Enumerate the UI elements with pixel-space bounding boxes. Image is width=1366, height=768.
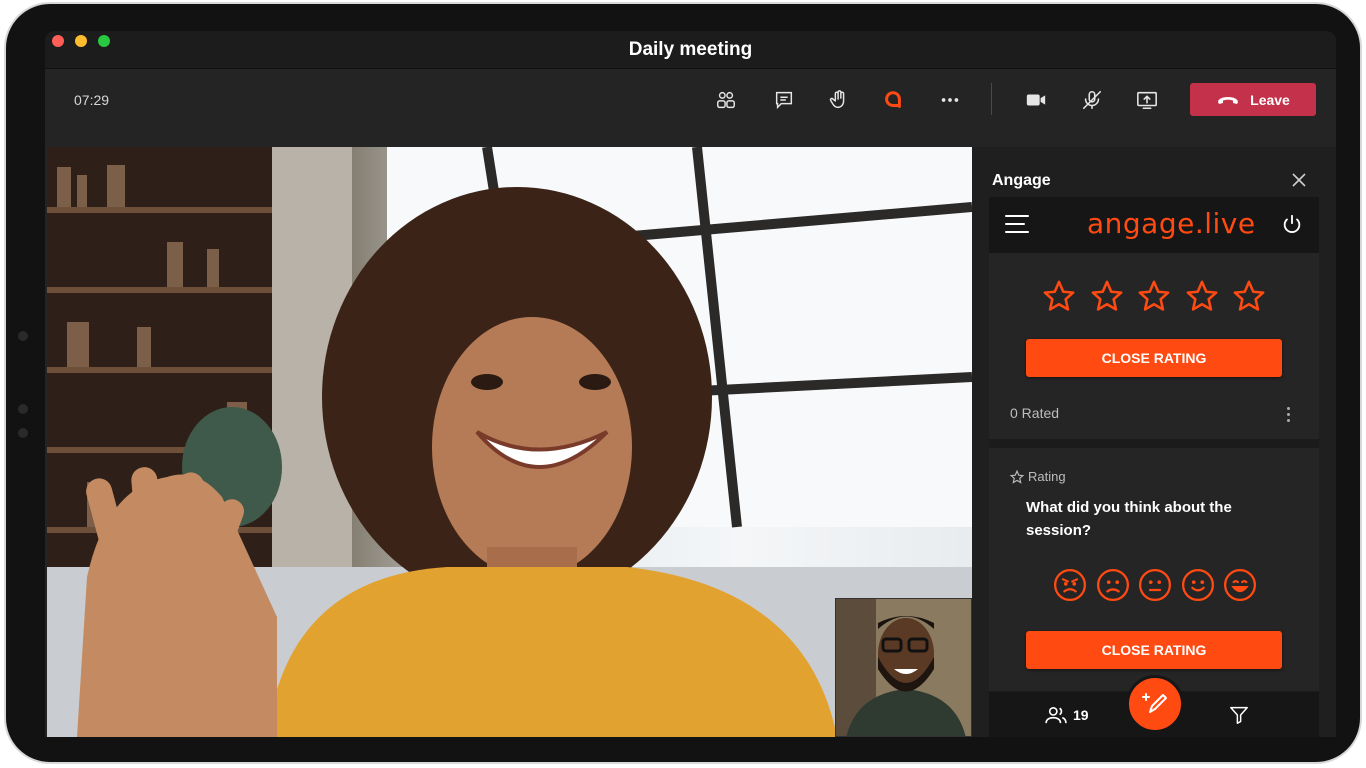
edit-plus-icon [1142,693,1167,713]
self-view-video[interactable] [835,598,972,737]
title-bar: Daily meeting [45,31,1336,69]
device-sensor [18,404,28,414]
main-video-feed [47,147,972,737]
hamburger-menu-icon[interactable] [1005,215,1029,233]
laugh-face-icon[interactable] [1223,568,1257,602]
star-icon[interactable] [1136,279,1172,313]
star-rating-card: CLOSE RATING 0 Rated [989,253,1319,439]
participants-count: 19 [1073,707,1089,723]
power-icon[interactable] [1281,213,1303,235]
sad-face-icon[interactable] [1096,568,1130,602]
participant-video-image [47,147,972,737]
star-icon[interactable] [1041,279,1077,313]
chat-button[interactable] [766,85,802,115]
participants-button[interactable] [708,85,744,115]
raise-hand-icon [829,90,845,109]
emoji-rating-scale [1053,568,1257,602]
star-icon[interactable] [1184,279,1220,313]
share-screen-icon [1137,91,1157,110]
meeting-timer: 07:29 [74,92,110,108]
mic-off-icon [1082,90,1102,110]
angage-app-icon [885,91,901,108]
window-title: Daily meeting [628,39,753,60]
video-stage [47,147,972,737]
hang-up-icon [1218,96,1239,104]
star-icon[interactable] [1089,279,1125,313]
device-sensor [18,331,28,341]
device-sensor [18,428,28,438]
angage-app: angage.live CLOSE RATING 0 Rated Rating [989,197,1319,737]
self-view-image [836,599,971,736]
filter-icon[interactable] [1229,706,1249,724]
meeting-window: Daily meeting 07:29 Leave Angage angage.… [45,31,1336,737]
meeting-toolbar: 07:29 Leave [45,69,1336,151]
star-outline-icon [1010,469,1024,484]
more-icon [941,98,959,102]
rating-question: What did you think about the session? [1026,499,1232,539]
mic-button[interactable] [1074,85,1110,115]
rating-tag-label: Rating [1028,469,1066,484]
participants-icon [717,91,735,109]
leave-button[interactable]: Leave [1190,83,1316,116]
share-screen-button[interactable] [1129,85,1165,115]
kebab-menu-icon[interactable] [1287,407,1291,422]
rated-count: 0 Rated [1010,405,1060,421]
close-rating-button[interactable]: CLOSE RATING [1026,339,1282,377]
star-rating [1041,279,1267,313]
compose-button[interactable] [1126,675,1184,733]
participants-count-button[interactable]: 19 [1045,706,1089,724]
raise-hand-button[interactable] [821,85,857,115]
angry-face-icon[interactable] [1053,568,1087,602]
star-icon[interactable] [1231,279,1267,313]
rating-tag: Rating [1010,469,1066,484]
angage-app-button[interactable] [875,85,911,115]
close-icon[interactable] [1290,171,1308,189]
chat-icon [775,91,793,110]
neutral-face-icon[interactable] [1138,568,1172,602]
close-rating-button-2[interactable]: CLOSE RATING [1026,631,1282,669]
more-options-button[interactable] [932,85,968,115]
toolbar-divider [991,83,992,115]
app-header: angage.live [989,197,1319,253]
camera-icon [1026,94,1046,106]
brand-logo: angage.live [1087,207,1256,240]
people-icon [1045,706,1067,724]
smile-face-icon[interactable] [1181,568,1215,602]
panel-title: Angage [992,172,1051,189]
rating-question-card: Rating What did you think about the sess… [989,448,1319,691]
angage-side-panel: Angage angage.live CLOSE RATING 0 Rated [972,147,1336,737]
camera-button[interactable] [1018,85,1054,115]
leave-label: Leave [1250,91,1290,108]
